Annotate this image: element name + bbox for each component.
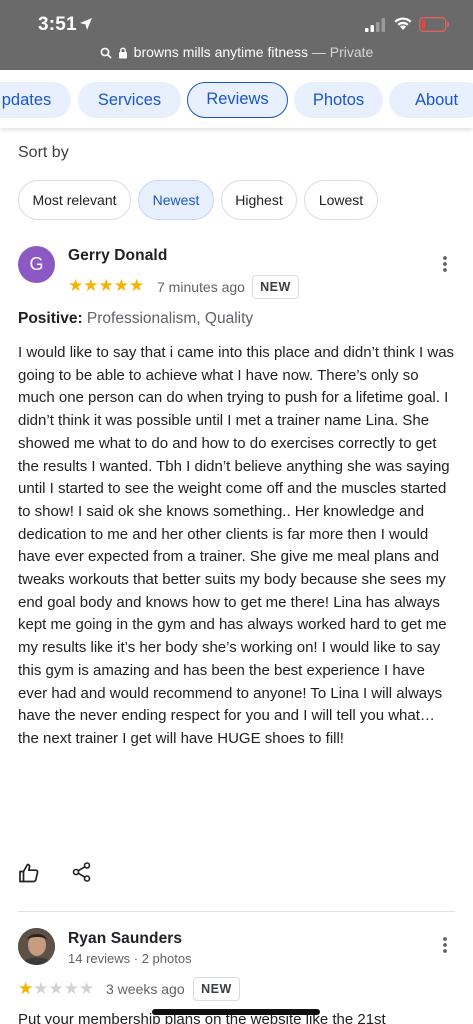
more-options-icon[interactable] [440,935,450,955]
star-icon: ★ [129,276,145,295]
sort-lowest-chip[interactable]: Lowest [304,180,378,220]
star-icon: ★ [79,979,95,998]
battery-icon [419,17,449,32]
star-icon: ★ [113,276,129,295]
share-icon[interactable] [71,861,93,883]
new-badge: NEW [252,275,299,299]
star-icon: ★ [83,276,99,295]
more-options-icon[interactable] [440,254,450,274]
status-time: 3:51 [38,14,77,35]
sort-highest-chip[interactable]: Highest [221,180,297,220]
star-icon: ★ [63,979,79,998]
reviewer-avatar[interactable] [18,928,55,965]
search-icon [100,47,112,59]
star-icon: ★ [33,979,49,998]
review-divider [18,911,455,912]
tab-services[interactable]: Services [78,82,181,118]
star-icon: ★ [48,979,64,998]
wifi-icon [394,17,412,30]
lock-icon [118,47,127,59]
url-bar[interactable]: browns mills anytime fitness — Private [0,44,473,66]
sort-most-relevant-chip[interactable]: Most relevant [18,180,131,220]
tab-reviews[interactable]: Reviews [187,82,288,118]
star-icon: ★ [68,276,84,295]
star-rating: ★★★★★ [68,276,144,296]
review-time: 7 minutes ago [157,279,245,295]
thumbs-up-icon[interactable] [18,862,40,884]
url-text: browns mills anytime fitness [133,44,308,60]
cellular-signal-icon [365,18,385,32]
tab-about[interactable]: About [389,82,473,118]
new-badge: NEW [193,977,240,1001]
profile-photo-icon [18,928,55,965]
reviewer-name[interactable]: Ryan Saunders [68,930,182,948]
private-mode-label: — Private [311,44,374,60]
review-text: I would like to say that i came into thi… [18,344,455,747]
home-indicator[interactable] [152,1009,320,1015]
star-icon: ★ [98,276,114,295]
reviewer-avatar[interactable]: G [18,246,55,283]
sort-by-label: Sort by [18,144,69,161]
tab-photos[interactable]: Photos [294,82,383,118]
reviewer-stats: 14 reviews · 2 photos [68,951,192,966]
positive-label: Positive: [18,310,83,327]
star-icon: ★ [18,979,34,998]
reviewer-name[interactable]: Gerry Donald [68,247,167,265]
tab-updates[interactable]: pdates [0,82,71,118]
star-rating: ★★★★★ [18,979,94,999]
review-positive-attributes: Positive: Professionalism, Quality [18,310,253,328]
sort-newest-chip[interactable]: Newest [138,180,214,220]
location-arrow-icon [80,18,92,30]
place-tabs: pdates Services Reviews Photos About [0,70,473,128]
status-bar: 3:51 browns mills anytime fitness — Priv… [0,0,473,70]
review-time: 3 weeks ago [106,981,185,997]
positive-values: Professionalism, Quality [86,310,254,327]
